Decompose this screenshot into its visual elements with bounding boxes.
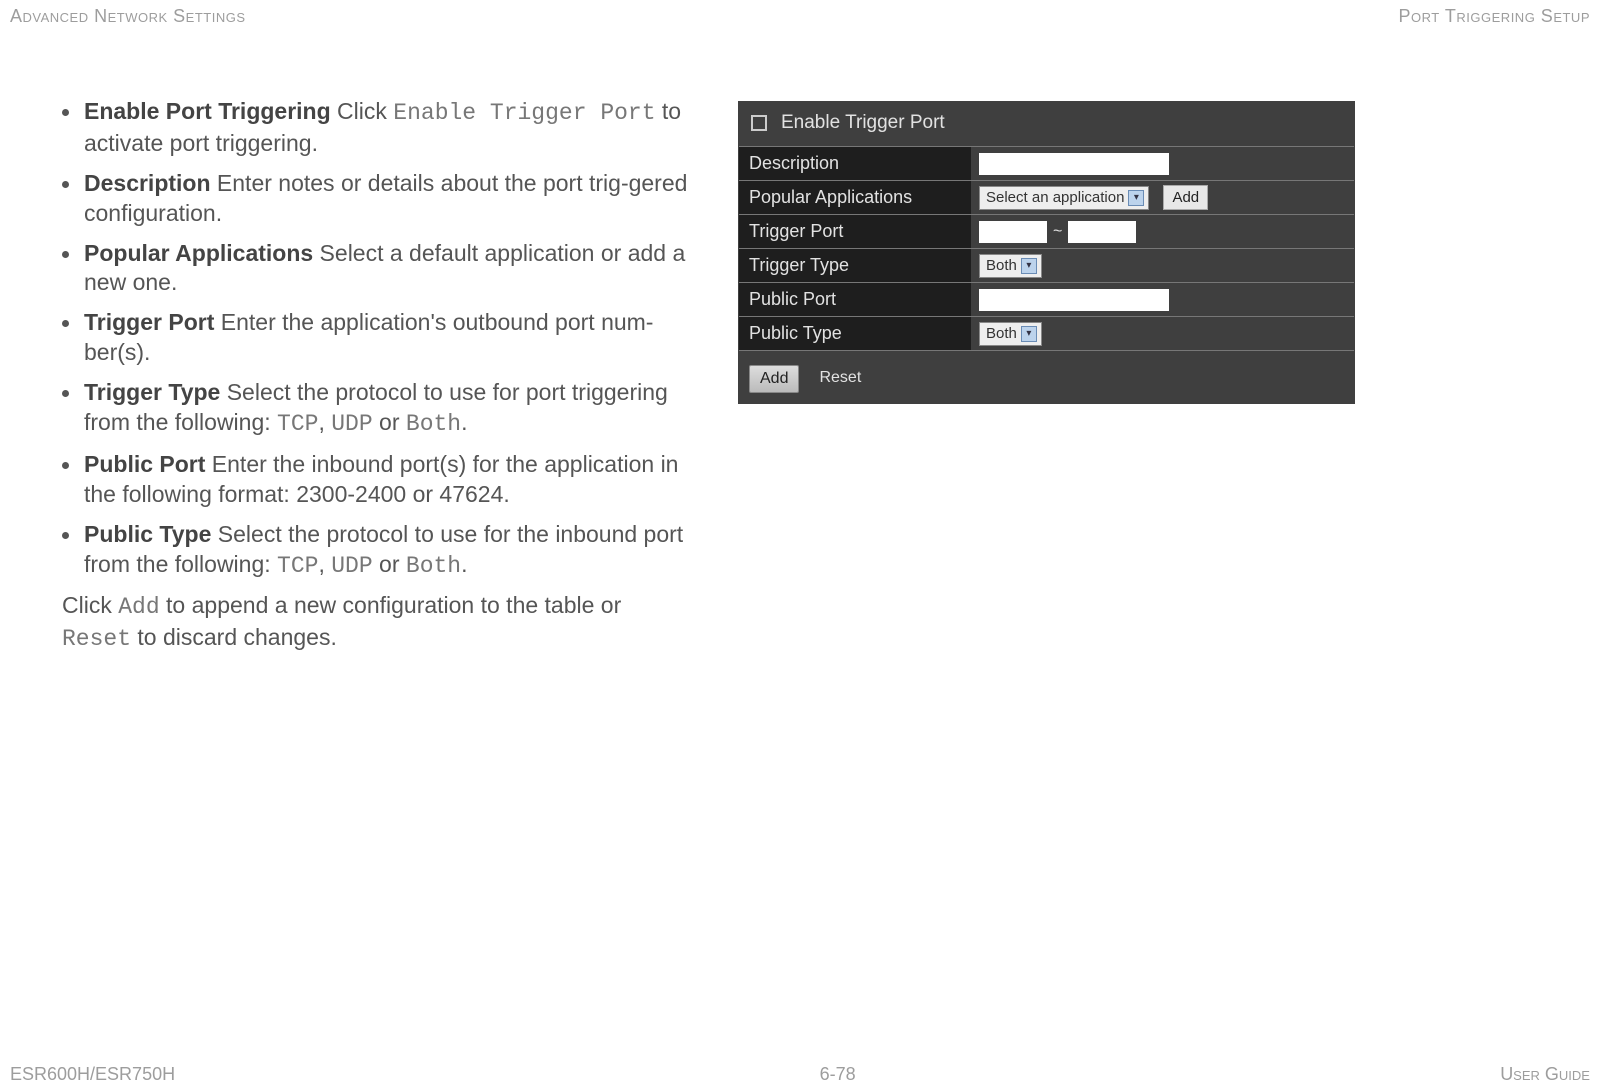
row-label-public-port: Public Port	[739, 283, 971, 316]
select-value: Both	[986, 325, 1017, 342]
list-item: Trigger Port Enter the application's out…	[84, 308, 708, 368]
public-type-select[interactable]: Both ▾	[979, 322, 1042, 346]
mono-text: Both	[406, 411, 461, 437]
trigger-port-from-input[interactable]	[979, 221, 1047, 243]
footer-left: ESR600H/ESR750H	[10, 1064, 175, 1085]
mono-text: UDP	[331, 411, 372, 437]
list-item: Trigger Type Select the protocol to use …	[84, 378, 708, 440]
add-app-button[interactable]: Add	[1163, 185, 1208, 210]
term: Public Type	[84, 521, 211, 547]
header-right: Port Triggering Setup	[1399, 6, 1590, 27]
footer-right: User Guide	[1500, 1064, 1590, 1085]
range-separator: ~	[1053, 223, 1062, 241]
text: to discard changes.	[131, 624, 337, 650]
row-label-trigger-port: Trigger Port	[739, 215, 971, 248]
row-label-public-type: Public Type	[739, 317, 971, 350]
list-item: Public Port Enter the inbound port(s) fo…	[84, 450, 708, 510]
bullet-list: Enable Port Triggering Click Enable Trig…	[48, 97, 708, 581]
row-label-trigger-type: Trigger Type	[739, 249, 971, 282]
list-item: Description Enter notes or details about…	[84, 169, 708, 229]
public-port-input[interactable]	[979, 289, 1169, 311]
chevron-down-icon: ▾	[1021, 326, 1037, 342]
select-value: Select an application	[986, 189, 1124, 206]
list-item: Public Type Select the protocol to use f…	[84, 520, 708, 582]
add-button[interactable]: Add	[749, 365, 799, 393]
select-value: Both	[986, 257, 1017, 274]
text: ,	[318, 551, 331, 577]
router-ui-panel: Enable Trigger Port Description Popular …	[738, 101, 1355, 404]
row-label-description: Description	[739, 147, 971, 180]
enable-trigger-checkbox[interactable]	[751, 115, 767, 131]
term: Enable Port Triggering	[84, 98, 331, 124]
mono-text: Reset	[62, 626, 131, 652]
mono-text: Enable Trigger Port	[393, 100, 655, 126]
footer-page-number: 6-78	[820, 1064, 856, 1085]
paragraph: Click Add to append a new configuration …	[48, 591, 708, 655]
trigger-port-to-input[interactable]	[1068, 221, 1136, 243]
trigger-type-select[interactable]: Both ▾	[979, 254, 1042, 278]
mono-text: Both	[406, 553, 461, 579]
term: Trigger Type	[84, 379, 220, 405]
term: Public Port	[84, 451, 205, 477]
chevron-down-icon: ▾	[1128, 190, 1144, 206]
mono-text: TCP	[277, 411, 318, 437]
popular-applications-select[interactable]: Select an application ▾	[979, 186, 1149, 210]
mono-text: Add	[118, 594, 159, 620]
row-label-popular: Popular Applications	[739, 181, 971, 214]
term: Description	[84, 170, 211, 196]
list-item: Enable Port Triggering Click Enable Trig…	[84, 97, 708, 159]
text: or	[373, 551, 406, 577]
text: Click	[331, 98, 394, 124]
text: .	[461, 551, 467, 577]
chevron-down-icon: ▾	[1021, 258, 1037, 274]
term: Popular Applications	[84, 240, 313, 266]
text: .	[461, 409, 467, 435]
reset-button[interactable]: Reset	[817, 365, 863, 393]
mono-text: UDP	[331, 553, 372, 579]
mono-text: TCP	[277, 553, 318, 579]
text: ,	[318, 409, 331, 435]
text: to append a new configuration to the tab…	[160, 592, 622, 618]
text: or	[373, 409, 406, 435]
term: Trigger Port	[84, 309, 214, 335]
list-item: Popular Applications Select a default ap…	[84, 239, 708, 299]
description-input[interactable]	[979, 153, 1169, 175]
text: Click	[62, 592, 118, 618]
enable-trigger-label: Enable Trigger Port	[781, 112, 945, 134]
header-left: Advanced Network Settings	[10, 6, 246, 27]
